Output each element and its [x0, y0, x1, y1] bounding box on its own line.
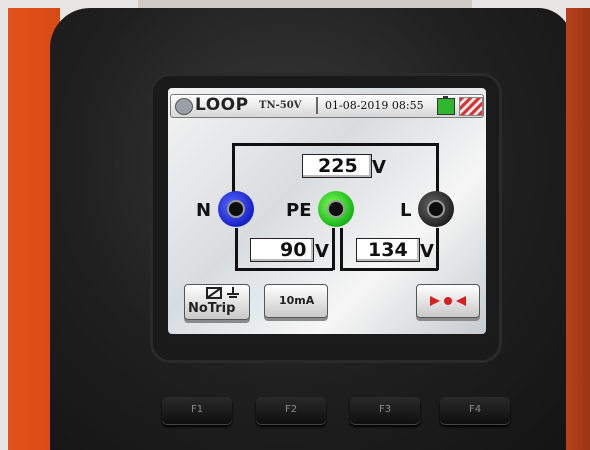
wire-bottom-right [340, 268, 438, 271]
test-title: LOOP [195, 95, 249, 115]
f4-key[interactable]: F4 [440, 397, 510, 425]
voltage-pe-l-value: 134 [368, 239, 408, 261]
terminal-n-socket [218, 191, 254, 227]
lcd-display: LOOP TN-50V 01-08-2019 08:55 225 V N PE … [168, 88, 486, 334]
f2-key[interactable]: F2 [256, 397, 326, 425]
home-icon[interactable] [175, 98, 193, 115]
wire-bottom-n [235, 228, 238, 270]
current-button[interactable]: 10mA [264, 284, 328, 318]
status-bar: LOOP TN-50V 01-08-2019 08:55 [170, 94, 484, 118]
test-mode[interactable]: TN-50V [259, 100, 301, 111]
date-time: 01-08-2019 08:55 [325, 99, 424, 112]
battery-icon [437, 96, 455, 115]
start-test-icon [430, 296, 466, 306]
f1-key[interactable]: F1 [162, 397, 232, 425]
terminal-pe-label: PE [286, 200, 312, 221]
wire-top-right [436, 143, 439, 195]
terminal-pe-socket [318, 191, 354, 227]
settings-icon[interactable] [459, 97, 483, 116]
voltage-n-l-value: 225 [318, 155, 358, 177]
wire-bottom-pe-right [340, 228, 343, 270]
rcd-icon [206, 287, 239, 299]
wire-bottom-left [235, 268, 333, 271]
terminal-l-socket [418, 191, 454, 227]
instrument-casing-right [566, 8, 590, 450]
wire-bottom-pe-left [332, 228, 335, 270]
terminal-n-label: N [196, 200, 212, 221]
notrip-button[interactable]: NoTrip [184, 284, 250, 320]
current-label: 10mA [279, 294, 315, 307]
voltage-pe-l-unit: V [420, 241, 434, 262]
voltage-n-pe-value: 90 [280, 239, 307, 261]
wire-top-left [232, 143, 235, 195]
f2-label: F2 [284, 404, 298, 415]
start-test-button[interactable] [416, 284, 480, 318]
terminal-l-label: L [400, 200, 412, 221]
voltage-n-pe-unit: V [315, 241, 329, 262]
header-divider [316, 97, 318, 114]
f3-label: F3 [378, 404, 392, 415]
wire-top [232, 143, 438, 146]
voltage-n-l-unit: V [372, 157, 386, 178]
notrip-label: NoTrip [188, 301, 236, 316]
f3-key[interactable]: F3 [350, 397, 420, 425]
f1-label: F1 [190, 404, 204, 415]
wire-bottom-l [436, 228, 439, 270]
f4-label: F4 [468, 404, 482, 415]
